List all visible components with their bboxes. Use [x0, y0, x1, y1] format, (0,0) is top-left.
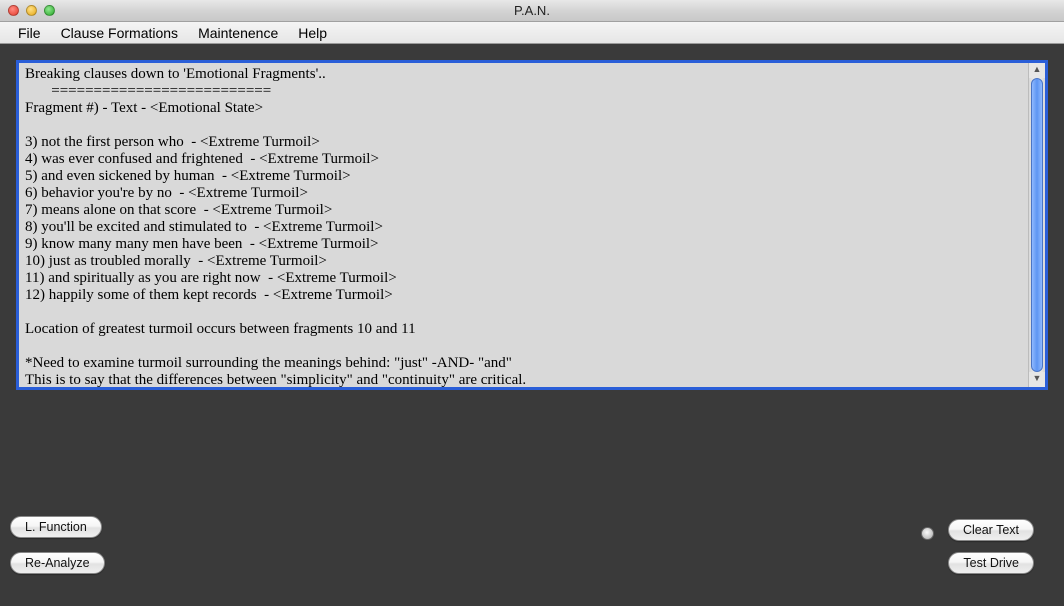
output-line: 10) just as troubled morally - <Extreme … [25, 253, 327, 269]
status-indicator-icon [921, 527, 934, 540]
output-line: 11) and spiritually as you are right now… [25, 270, 397, 286]
menu-clause-formations[interactable]: Clause Formations [51, 22, 189, 44]
output-line: 4) was ever confused and frightened - <E… [25, 151, 379, 167]
output-line: 6) behavior you're by no - <Extreme Turm… [25, 185, 308, 201]
output-line: 3) not the first person who - <Extreme T… [25, 134, 320, 150]
test-drive-button[interactable]: Test Drive [948, 552, 1034, 574]
scroll-up-button[interactable]: ▲ [1029, 63, 1045, 78]
menu-maintenence[interactable]: Maintenence [188, 22, 288, 44]
scroll-track[interactable] [1029, 78, 1045, 372]
scroll-down-button[interactable]: ▼ [1029, 372, 1045, 387]
minimize-window-button[interactable] [26, 5, 37, 16]
output-line: 5) and even sickened by human - <Extreme… [25, 168, 351, 184]
output-line: Breaking clauses down to 'Emotional Frag… [25, 66, 326, 82]
scroll-thumb[interactable] [1031, 78, 1043, 372]
output-line: *Need to examine turmoil surrounding the… [25, 355, 512, 371]
clear-text-button[interactable]: Clear Text [948, 519, 1034, 541]
output-line: This is to say that the differences betw… [25, 372, 526, 387]
buttons-area: L. Function Re-Analyze Clear Text Test D… [10, 516, 1054, 586]
menu-help[interactable]: Help [288, 22, 337, 44]
traffic-lights [0, 5, 55, 16]
window-titlebar: P.A.N. [0, 0, 1064, 22]
zoom-window-button[interactable] [44, 5, 55, 16]
output-line: 9) know many many men have been - <Extre… [25, 236, 379, 252]
menubar: File Clause Formations Maintenence Help [0, 22, 1064, 44]
output-line: 8) you'll be excited and stimulated to -… [25, 219, 383, 235]
output-line: ========================== [25, 83, 271, 99]
output-line: 7) means alone on that score - <Extreme … [25, 202, 332, 218]
content-area: Breaking clauses down to 'Emotional Frag… [0, 44, 1064, 390]
output-line: 12) happily some of them kept records - … [25, 287, 393, 303]
re-analyze-button[interactable]: Re-Analyze [10, 552, 105, 574]
output-text-frame: Breaking clauses down to 'Emotional Frag… [16, 60, 1048, 390]
l-function-button[interactable]: L. Function [10, 516, 102, 538]
menu-file[interactable]: File [8, 22, 51, 44]
window-title: P.A.N. [0, 3, 1064, 18]
vertical-scrollbar[interactable]: ▲ ▼ [1028, 63, 1045, 387]
close-window-button[interactable] [8, 5, 19, 16]
output-text-view[interactable]: Breaking clauses down to 'Emotional Frag… [19, 63, 1028, 387]
output-line: Location of greatest turmoil occurs betw… [25, 321, 416, 337]
output-line: Fragment #) - Text - <Emotional State> [25, 100, 263, 116]
